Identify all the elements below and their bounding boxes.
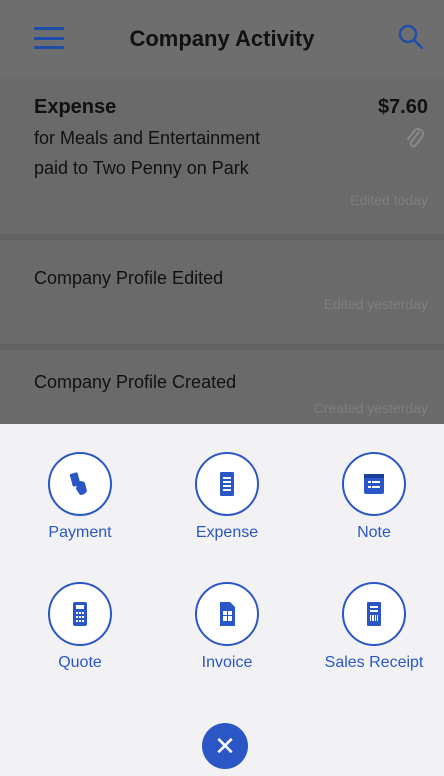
action-label: Quote <box>58 654 102 671</box>
invoice-icon <box>195 582 259 646</box>
activity-status: Created yesterday <box>313 400 428 416</box>
activity-status: Edited today <box>350 192 428 208</box>
activity-type: Expense <box>34 96 117 118</box>
activity-item-profile-edited[interactable]: Company Profile Edited Edited yesterday <box>0 240 444 346</box>
search-icon[interactable] <box>396 22 426 52</box>
activity-status: Edited yesterday <box>323 296 428 312</box>
note-icon <box>342 452 406 516</box>
action-sales-receipt[interactable]: Sales Receipt <box>304 582 444 672</box>
activity-amount: $7.60 <box>377 96 428 118</box>
expense-icon <box>195 452 259 516</box>
activity-item-expense[interactable]: Expense $7.60 for Meals and Entertainmen… <box>0 82 444 234</box>
action-expense[interactable]: Expense <box>157 452 297 542</box>
activity-item-profile-created[interactable]: Company Profile Created Created yesterda… <box>0 350 444 424</box>
activity-title: Company Profile Created <box>34 372 237 392</box>
app-header: Company Activity <box>0 0 444 78</box>
action-label: Note <box>357 524 391 541</box>
close-icon: ✕ <box>214 731 236 761</box>
activity-detail-line2: paid to Two Penny on Park <box>34 158 249 178</box>
action-note[interactable]: Note <box>304 452 444 542</box>
action-label: Invoice <box>201 654 253 671</box>
page-title: Company Activity <box>129 26 315 51</box>
action-quote[interactable]: Quote <box>10 582 150 672</box>
action-invoice[interactable]: Invoice <box>157 582 297 672</box>
activity-detail-line1: for Meals and Entertainment <box>34 128 261 148</box>
action-payment[interactable]: Payment <box>10 452 150 542</box>
action-label: Payment <box>48 524 112 541</box>
quote-icon <box>48 582 112 646</box>
payment-icon <box>48 452 112 516</box>
menu-icon[interactable] <box>34 27 64 49</box>
paperclip-icon <box>404 126 426 152</box>
action-label: Expense <box>195 524 259 541</box>
activity-title: Company Profile Edited <box>34 268 224 288</box>
action-label: Sales Receipt <box>324 654 424 671</box>
sales-receipt-icon <box>342 582 406 646</box>
close-button[interactable]: ✕ <box>202 723 248 769</box>
